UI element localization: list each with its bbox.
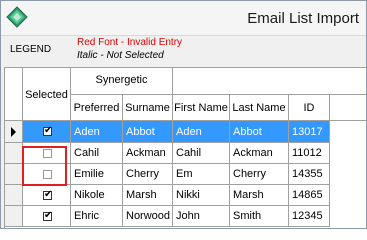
legend-label: LEGEND xyxy=(10,44,52,55)
legend-invalid-entry: Red Font - Invalid Entry xyxy=(77,37,183,48)
selected-checkbox[interactable]: ✔ xyxy=(43,189,53,200)
cell-last-name[interactable]: Cherry xyxy=(230,164,289,185)
cell-first-name[interactable]: Aden xyxy=(173,121,230,143)
column-header-id[interactable]: ID xyxy=(289,95,330,121)
cell-last-name[interactable]: Ackman xyxy=(230,143,289,164)
column-header-first-name[interactable]: First Name xyxy=(173,95,230,121)
cell-surname[interactable]: Marsh xyxy=(123,185,173,206)
selected-cell[interactable]: ✔ xyxy=(23,206,71,227)
column-header-last-name[interactable]: Last Name xyxy=(230,95,289,121)
cell-first-name[interactable]: Em xyxy=(173,164,230,185)
cell-last-name[interactable]: Marsh xyxy=(230,185,289,206)
cell-preferred[interactable]: Nikole xyxy=(71,185,123,206)
cell-preferred[interactable]: Aden xyxy=(71,121,123,143)
column-header-filler xyxy=(330,95,366,121)
cell-preferred[interactable]: Ehric xyxy=(71,206,123,227)
checkmark-icon: ✔ xyxy=(44,189,53,200)
row-selector[interactable] xyxy=(5,164,23,185)
row-selector[interactable] xyxy=(5,143,23,164)
group-header-blank xyxy=(173,68,366,95)
checkmark-icon: ✔ xyxy=(44,210,53,221)
cell-surname[interactable]: Abbot xyxy=(123,121,173,143)
selected-checkbox[interactable]: ✔ xyxy=(43,210,53,221)
column-header-preferred-label: Preferred xyxy=(73,102,120,114)
title-bar: Email List Import xyxy=(1,1,366,36)
cell-first-name[interactable]: Cahil xyxy=(173,143,230,164)
selected-cell[interactable]: ✔ xyxy=(23,185,71,206)
legend-not-selected: Italic - Not Selected xyxy=(77,50,164,61)
legend-panel: LEGEND Red Font - Invalid Entry Italic -… xyxy=(1,36,366,64)
checkmark-icon: ✔ xyxy=(44,125,53,136)
row-selector[interactable] xyxy=(5,121,23,143)
unselected-highlight-box xyxy=(22,146,67,186)
cell-last-name[interactable]: Abbot xyxy=(230,121,289,143)
window-title: Email List Import xyxy=(247,10,359,27)
column-header-surname-label: Surname xyxy=(125,102,170,114)
cell-id[interactable]: 12345 xyxy=(289,206,330,227)
cell-preferred[interactable]: Cahil xyxy=(71,143,123,164)
row-selector[interactable] xyxy=(5,206,23,227)
cell-first-name[interactable]: John xyxy=(173,206,230,227)
current-row-arrow-icon xyxy=(11,127,16,137)
column-header-selected-label: Selected xyxy=(25,89,68,101)
cell-surname[interactable]: Ackman xyxy=(123,143,173,164)
column-header-first-name-label: First Name xyxy=(174,102,228,114)
cell-last-name[interactable]: Smith xyxy=(230,206,289,227)
column-header-id-label: ID xyxy=(303,102,315,114)
column-header-selected[interactable]: Selected xyxy=(23,68,71,121)
cell-id[interactable]: 14865 xyxy=(289,185,330,206)
cell-first-name[interactable]: Nikki xyxy=(173,185,230,206)
cell-id[interactable]: 11012 xyxy=(289,143,330,164)
column-header-surname[interactable]: Surname xyxy=(123,95,173,121)
cell-surname[interactable]: Norwood xyxy=(123,206,173,227)
group-header-synergetic: Synergetic xyxy=(71,68,173,95)
row-selector[interactable] xyxy=(5,185,23,206)
cell-id[interactable]: 14355 xyxy=(289,164,330,185)
email-list-import-window: Email List Import LEGEND Red Font - Inva… xyxy=(0,0,367,229)
selected-cell[interactable]: ✔ xyxy=(23,121,71,143)
group-header-synergetic-label: Synergetic xyxy=(95,74,148,86)
column-header-preferred[interactable]: Preferred xyxy=(71,95,123,121)
column-header-last-name-label: Last Name xyxy=(232,102,286,114)
cell-id[interactable]: 13017 xyxy=(289,121,330,143)
cell-surname[interactable]: Cherry xyxy=(123,164,173,185)
selected-checkbox[interactable]: ✔ xyxy=(43,125,53,136)
row-selector-header xyxy=(5,68,23,121)
cell-preferred[interactable]: Emilie xyxy=(71,164,123,185)
green-diamond-icon xyxy=(6,6,28,28)
